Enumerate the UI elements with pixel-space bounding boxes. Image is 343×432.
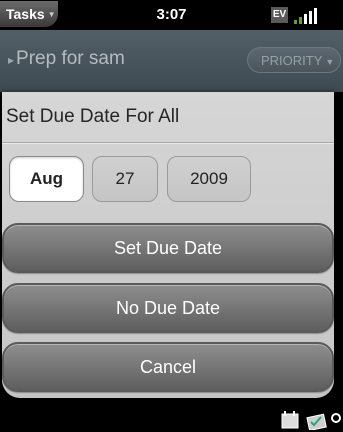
calendar-icon[interactable]	[281, 411, 299, 429]
priority-label: PRIORITY	[261, 53, 323, 68]
task-title-field[interactable]: ▸ Prep for sam	[8, 48, 125, 70]
priority-button[interactable]: PRIORITY ▼	[247, 47, 341, 73]
dialog-title: Set Due Date For All	[6, 106, 180, 127]
set-due-date-button[interactable]: Set Due Date	[2, 223, 334, 273]
task-header: ▸ Prep for sam PRIORITY ▼	[0, 30, 343, 92]
chevron-down-icon: ▼	[325, 57, 335, 67]
bottom-command-icons	[281, 411, 341, 430]
no-due-date-button[interactable]: No Due Date	[2, 283, 334, 333]
year-picker[interactable]: 2009	[167, 156, 251, 202]
search-icon[interactable]	[331, 413, 341, 423]
network-type-badge: EV	[271, 7, 288, 23]
due-date-dialog: Set Due Date For All Aug 27 2009 Set Due…	[2, 92, 334, 398]
divider-highlight	[2, 143, 334, 144]
signal-strength-icon	[292, 6, 322, 24]
cancel-button[interactable]: Cancel	[2, 342, 334, 392]
status-bar: Tasks ▼ 3:07 EV	[0, 0, 343, 30]
day-picker[interactable]: 27	[92, 156, 158, 202]
new-task-icon[interactable]	[306, 413, 327, 430]
cursor-icon: ▸	[8, 53, 15, 67]
task-title-text: Prep for sam	[16, 48, 125, 69]
month-picker[interactable]: Aug	[9, 156, 84, 202]
